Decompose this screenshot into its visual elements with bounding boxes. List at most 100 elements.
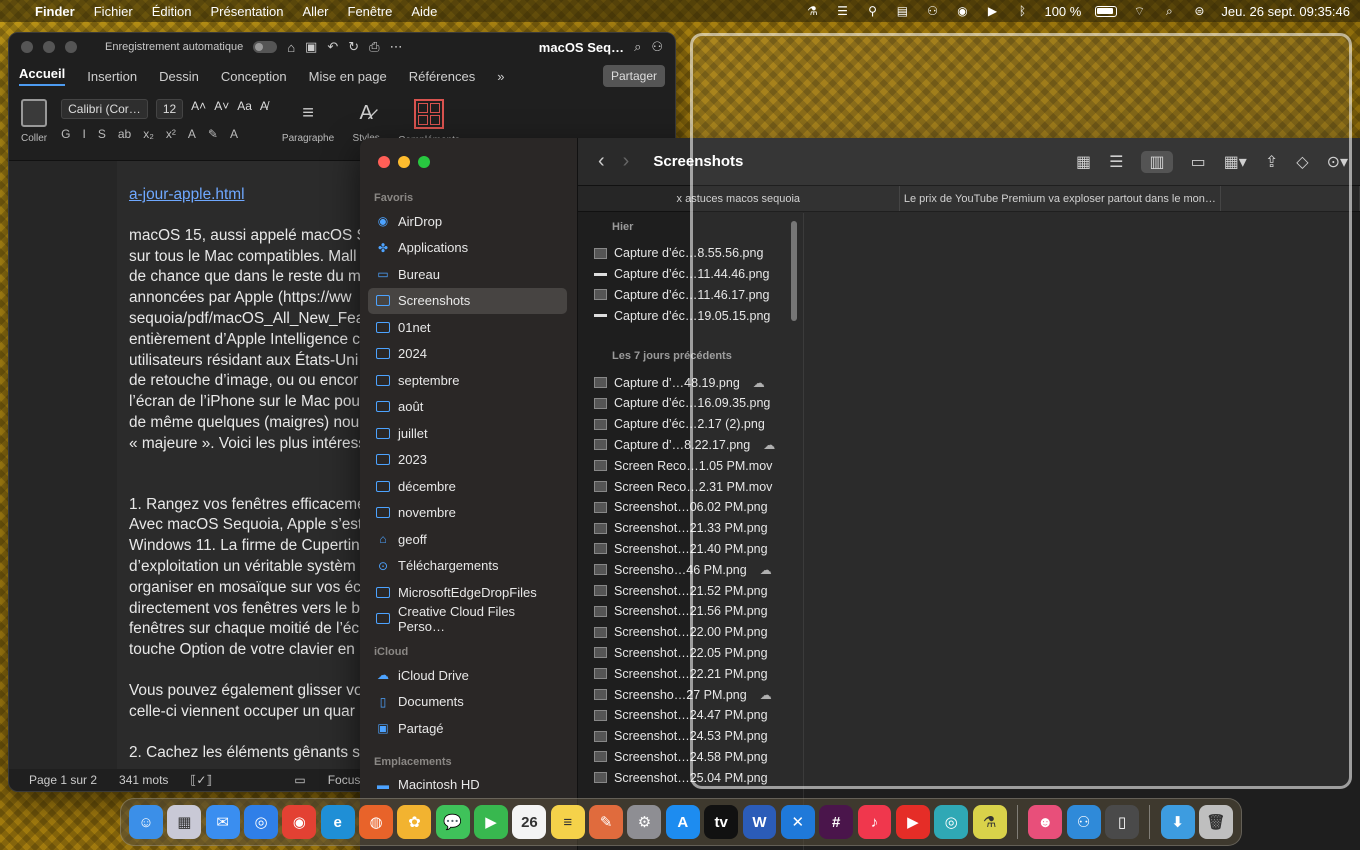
sidebar-item-partag-[interactable]: ▣ Partagé (368, 715, 567, 742)
dock-firefox-icon[interactable]: ◍ (359, 805, 394, 839)
dock-apple-tv-icon[interactable]: tv (704, 805, 739, 839)
dock-safari-icon[interactable]: ◎ (244, 805, 278, 839)
wifi-icon[interactable]: ⌔ (1131, 4, 1147, 18)
dock-photos-icon[interactable]: ✿ (397, 805, 432, 839)
sidebar-item-d-cembre[interactable]: décembre (368, 473, 567, 500)
dock-notes-icon[interactable]: ≡ (550, 805, 585, 839)
menu-clock[interactable]: Jeu. 26 sept. 09:35:46 (1221, 4, 1350, 19)
sidebar-item-t-l-chargements[interactable]: ⊙ Téléchargements (368, 553, 567, 580)
font-name-select[interactable]: Calibri (Cor… (61, 99, 148, 119)
superscript-icon[interactable]: x² (166, 127, 176, 141)
redo-icon[interactable]: ↻ (348, 39, 359, 55)
doc-link[interactable]: a-jour-apple.html (129, 186, 244, 203)
font-color-icon[interactable]: A (230, 127, 238, 141)
dock-facetime-icon[interactable]: ▶ (474, 805, 509, 839)
undo-icon[interactable]: ↶ (327, 39, 338, 55)
autosave-toggle[interactable] (253, 41, 278, 53)
clipboard-icon[interactable]: ▤ (894, 4, 910, 18)
dock-robot-app-icon[interactable]: ☻ (1028, 805, 1063, 839)
paste-group[interactable]: Coller (21, 99, 47, 144)
strikethrough-icon[interactable]: ab (118, 127, 131, 141)
dock-music-icon[interactable]: ♪ (857, 805, 892, 839)
save-icon[interactable]: ▣ (305, 39, 317, 55)
sidebar-item-2024[interactable]: 2024 (368, 341, 567, 368)
tab-insertion[interactable]: Insertion (87, 69, 137, 84)
dock-pixelmator-icon[interactable]: ✎ (589, 805, 624, 839)
sidebar-item-applications[interactable]: ✤ Applications (368, 235, 567, 262)
dock-system-settings-icon[interactable]: ⚙ (627, 805, 662, 839)
sidebar-item-creative-cloud-files-perso-[interactable]: Creative Cloud Files Perso… (368, 604, 567, 634)
print-icon[interactable]: ⎙ (369, 39, 379, 55)
dock-xcode-tools-icon[interactable]: ✕ (780, 805, 815, 839)
menu-fenetre[interactable]: Fenêtre (348, 4, 393, 19)
focus-label[interactable]: Focus (328, 773, 361, 787)
change-case-icon[interactable]: Aa (237, 99, 252, 119)
sidebar-item-macintosh-hd[interactable]: ▬ Macintosh HD (368, 772, 567, 799)
word-search-icon[interactable]: ⌕ (634, 39, 641, 55)
more-icon[interactable]: ⋯ (390, 39, 403, 55)
dock-ifixit-icon[interactable]: ⚇ (1066, 805, 1101, 839)
subscript-icon[interactable]: x₂ (143, 127, 154, 141)
control-center-icon[interactable]: ⊜ (1191, 4, 1207, 18)
dock-screenshot-app-icon[interactable]: ◎ (934, 805, 969, 839)
sidebar-item-juillet[interactable]: juillet (368, 420, 567, 447)
highlight-icon[interactable]: ✎ (208, 127, 218, 141)
dock-app-store-icon[interactable]: A (665, 805, 700, 839)
dock-youtube-music-icon[interactable]: ▶ (895, 805, 930, 839)
sidebar-item-geoff[interactable]: ⌂ geoff (368, 526, 567, 553)
dock-finder-icon[interactable]: ☺ (129, 805, 163, 839)
more-tabs-icon[interactable]: » (497, 69, 504, 84)
dock-launchpad-icon[interactable]: ▦ (167, 805, 202, 839)
dock-iphone-mirroring-icon[interactable]: ▯ (1104, 805, 1139, 839)
dock-word-icon[interactable]: W (742, 805, 777, 839)
focus-icon[interactable]: ▭ (294, 773, 305, 787)
airplay-icon[interactable]: ◉ (954, 4, 970, 18)
finder-minimize-button[interactable] (398, 156, 410, 168)
play-icon[interactable]: ▶ (984, 4, 1000, 18)
page-count[interactable]: Page 1 sur 2 (29, 773, 97, 787)
menu-fichier[interactable]: Fichier (94, 4, 133, 19)
bold-icon[interactable]: G (61, 127, 70, 141)
bluetooth-icon[interactable]: ᛒ (1014, 4, 1030, 18)
menu-presentation[interactable]: Présentation (211, 4, 284, 19)
menu-edition[interactable]: Édition (152, 4, 192, 19)
sidebar-item-novembre[interactable]: novembre (368, 500, 567, 527)
dock-mail-icon[interactable]: ✉ (205, 805, 240, 839)
word-minimize-button[interactable] (43, 41, 55, 53)
share-people-icon[interactable]: ⚇ (651, 39, 663, 55)
underline-icon[interactable]: S (98, 127, 106, 141)
menu-app-name[interactable]: Finder (35, 4, 75, 19)
control-toggle-icon[interactable]: ☰ (834, 4, 850, 18)
shrink-font-icon[interactable]: A˅ (214, 99, 229, 119)
share-button[interactable]: Partager (602, 65, 665, 87)
battery-icon[interactable] (1095, 5, 1118, 17)
tab-references[interactable]: Références (409, 69, 475, 84)
dock-edge-icon[interactable]: e (320, 805, 355, 839)
sidebar-item-microsoftedgedropfiles[interactable]: MicrosoftEdgeDropFiles (368, 579, 567, 606)
finder-close-button[interactable] (378, 156, 390, 168)
dock-calendar-icon[interactable]: 26 (512, 805, 547, 839)
document-title[interactable]: macOS Seq… (539, 40, 624, 55)
finder-zoom-button[interactable] (418, 156, 430, 168)
tab-dessin[interactable]: Dessin (159, 69, 199, 84)
italic-icon[interactable]: I (82, 127, 85, 141)
sidebar-item-01net[interactable]: 01net (368, 314, 567, 341)
menu-aide[interactable]: Aide (411, 4, 437, 19)
clear-format-icon[interactable]: A̸ (260, 99, 268, 119)
flask-status-icon[interactable]: ⚗ (804, 4, 820, 18)
dock-flask-app-icon[interactable]: ⚗ (972, 805, 1007, 839)
home-icon[interactable]: ⌂ (287, 40, 295, 55)
back-icon[interactable]: ‹ (598, 150, 605, 173)
sidebar-item-airdrop[interactable]: ◉ AirDrop (368, 208, 567, 235)
dock-messages-icon[interactable]: 💬 (435, 805, 470, 839)
grow-font-icon[interactable]: A˄ (191, 99, 206, 119)
tab-mise-en-page[interactable]: Mise en page (309, 69, 387, 84)
word-zoom-button[interactable] (65, 41, 77, 53)
sidebar-item-2023[interactable]: 2023 (368, 447, 567, 474)
sidebar-item-ao-t[interactable]: août (368, 394, 567, 421)
dock-slack-icon[interactable]: # (819, 805, 854, 839)
dock-downloads-folder-icon[interactable]: ⬇ (1160, 805, 1195, 839)
tab-accueil[interactable]: Accueil (19, 66, 66, 86)
sidebar-item-septembre[interactable]: septembre (368, 367, 567, 394)
word-count[interactable]: 341 mots (119, 773, 168, 787)
